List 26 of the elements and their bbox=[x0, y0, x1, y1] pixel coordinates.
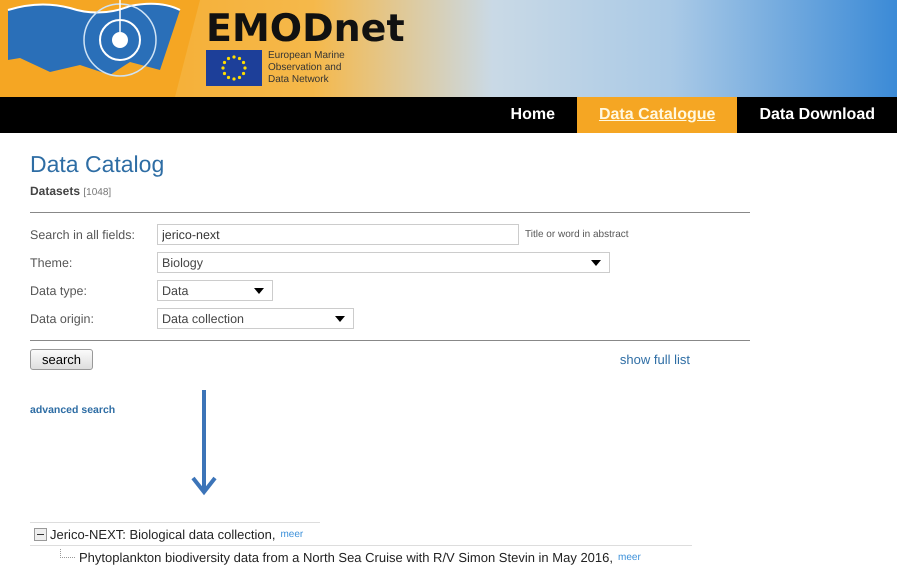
field-label: Search in all fields: bbox=[30, 228, 136, 242]
flag-icon bbox=[206, 50, 262, 86]
caret-icon bbox=[254, 288, 264, 294]
dropdown[interactable]: Data collection bbox=[157, 308, 354, 329]
nav-tab[interactable]: Home bbox=[488, 97, 577, 133]
search-button[interactable]: search bbox=[30, 349, 94, 370]
search-field[interactable]: jerico-next bbox=[157, 224, 519, 245]
tree-item[interactable]: Phytoplankton biodiversity data from a North Sea Cruise with R/V Simon Stevin in May 2016, bbox=[79, 550, 613, 564]
datasets-label: Datasets bbox=[30, 184, 80, 198]
brand-name: EMODnet bbox=[206, 6, 405, 50]
datasets-count: [1048] bbox=[83, 187, 112, 198]
tree-item[interactable]: Jerico-NEXT: Biological data collection, bbox=[50, 526, 276, 542]
field-label: Theme: bbox=[30, 256, 74, 270]
field-label: Data type: bbox=[30, 284, 88, 298]
caret-icon bbox=[335, 316, 345, 322]
page-title: Data Catalog bbox=[30, 151, 166, 178]
collapse-toggle[interactable] bbox=[34, 528, 47, 540]
field-hint: Title or word in abstract bbox=[525, 229, 629, 240]
field-label: Data origin: bbox=[30, 312, 95, 326]
brand-subtitle: European Marine Observation and Data Network bbox=[268, 50, 345, 86]
caret-icon bbox=[591, 260, 601, 266]
dropdown[interactable]: Biology bbox=[157, 252, 610, 273]
show-full-list-link[interactable]: show full list bbox=[620, 352, 690, 367]
dropdown[interactable]: Data bbox=[157, 280, 273, 301]
advanced-search-link[interactable]: advanced search bbox=[30, 404, 116, 416]
nav-tab[interactable]: Data Download bbox=[737, 97, 897, 133]
